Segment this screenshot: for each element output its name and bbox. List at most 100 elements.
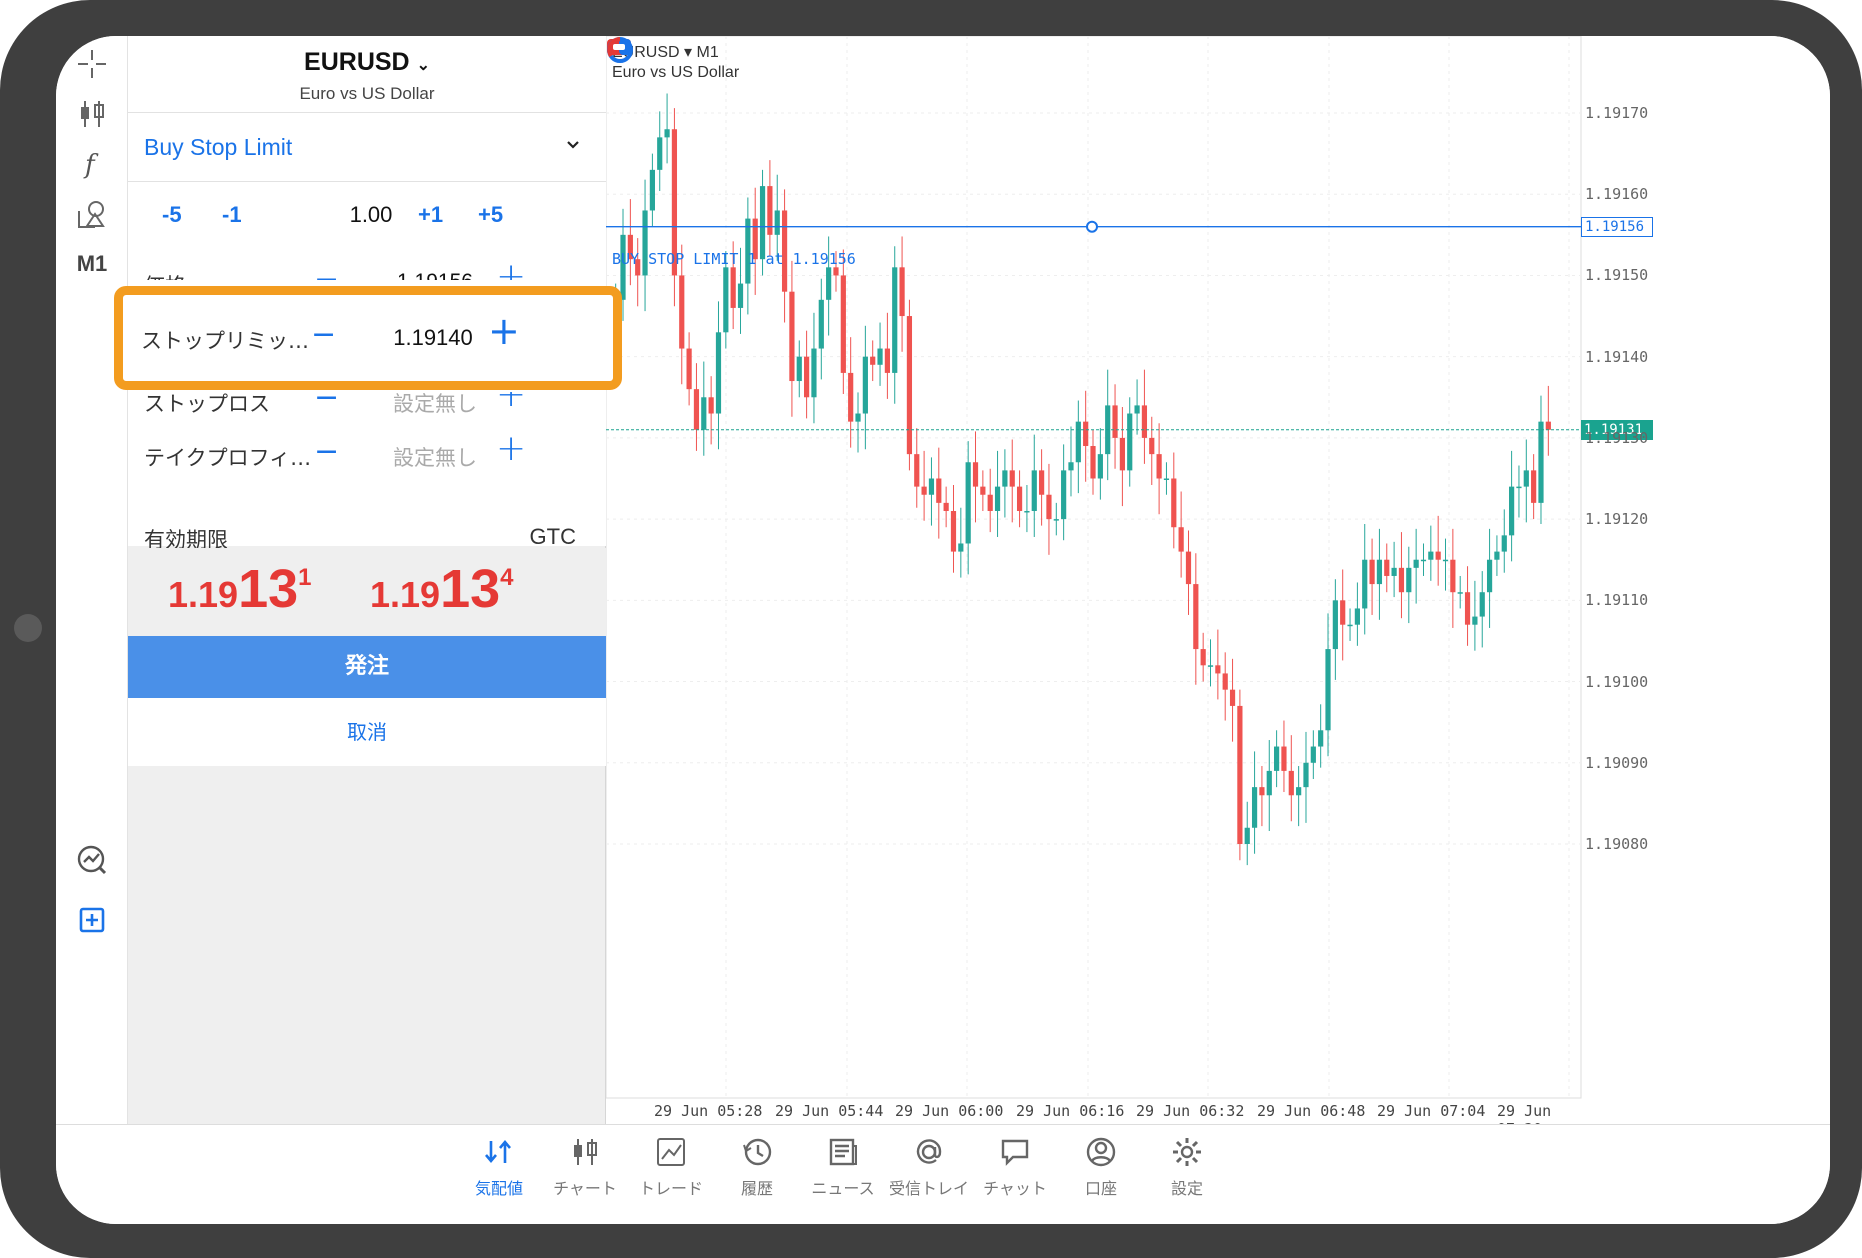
- candle-body: [649, 169, 655, 211]
- stop-loss-minus-button[interactable]: −: [314, 392, 339, 415]
- nav-settings[interactable]: 設定: [1137, 1135, 1237, 1199]
- nav-label: ニュース: [811, 1179, 875, 1198]
- candle-body: [1494, 551, 1500, 560]
- candle-body: [855, 413, 861, 422]
- price-input[interactable]: 1.19156: [360, 270, 510, 280]
- candle-body: [1083, 421, 1089, 447]
- candle-body: [892, 267, 898, 373]
- nav-account[interactable]: 口座: [1051, 1135, 1151, 1199]
- candle-body: [1362, 559, 1368, 609]
- volume-plus1-button[interactable]: +1: [418, 202, 443, 228]
- history-icon: [743, 1138, 772, 1166]
- candle-body: [1479, 592, 1485, 617]
- candle-body: [1538, 421, 1544, 503]
- candle-body: [848, 372, 854, 422]
- candle-body: [1384, 559, 1390, 576]
- symbol-header[interactable]: EURUSD ⌄ Euro vs US Dollar: [128, 36, 606, 113]
- candle-body: [1523, 470, 1529, 487]
- ask-price: 1.19134: [370, 559, 514, 619]
- objects-icon[interactable]: [72, 194, 112, 234]
- candle-body: [1053, 519, 1059, 521]
- candle-body: [994, 486, 1001, 511]
- nav-news[interactable]: ニュース: [793, 1135, 893, 1199]
- stop-limit-input[interactable]: 1.19140: [358, 325, 508, 351]
- expiry-value: GTC: [529, 524, 576, 549]
- candle-body: [958, 543, 964, 552]
- candle-body: [914, 454, 920, 487]
- take-profit-input[interactable]: 設定無し: [360, 442, 510, 472]
- candle-body: [723, 267, 729, 333]
- nav-label: 受信トレイ: [888, 1179, 969, 1198]
- analytics-icon[interactable]: [72, 840, 112, 880]
- crosshair-icon[interactable]: [72, 44, 112, 84]
- stop-limit-minus-button[interactable]: −: [311, 317, 336, 352]
- candle-body: [1347, 624, 1353, 627]
- candle-body: [1442, 559, 1449, 562]
- candle-body: [1296, 787, 1302, 796]
- stop-loss-plus-button[interactable]: +: [496, 392, 526, 415]
- volume-row: -5 -1 1.00 +1 +5: [128, 182, 606, 252]
- nav-chat[interactable]: チャット: [965, 1135, 1065, 1199]
- price-chart[interactable]: EURUSD ▾ M1 Euro vs US Dollar BUY STOP L…: [606, 36, 1830, 1138]
- news-icon: [829, 1138, 857, 1166]
- quotes-icon: [485, 1139, 511, 1164]
- plot-area: [606, 36, 1582, 1099]
- market-timer-icon[interactable]: [606, 36, 634, 64]
- candle-body: [1229, 689, 1236, 706]
- price-plus-button[interactable]: +: [496, 256, 526, 280]
- nav-trade[interactable]: トレード: [621, 1135, 721, 1199]
- candle-body: [759, 186, 766, 260]
- candle-body: [928, 478, 935, 495]
- candle-body: [1413, 559, 1419, 568]
- volume-minus1-button[interactable]: -1: [222, 202, 242, 228]
- candle-body: [1251, 787, 1258, 828]
- nav-history[interactable]: 履歴: [707, 1135, 807, 1199]
- volume-minus5-button[interactable]: -5: [162, 202, 182, 228]
- candle-body: [796, 356, 802, 382]
- y-tick-label: 1.19170: [1585, 104, 1649, 122]
- candle-body: [884, 348, 890, 373]
- candle-body: [804, 356, 810, 398]
- candle-body: [774, 210, 780, 235]
- nav-quotes[interactable]: 気配値: [449, 1135, 549, 1199]
- x-tick-label: 29 Jun 06:00: [895, 1102, 1004, 1120]
- order-line-handle: [1086, 220, 1098, 233]
- take-profit-label: テイクプロフィ…: [144, 446, 312, 470]
- volume-plus5-button[interactable]: +5: [478, 202, 503, 228]
- candle-body: [1200, 649, 1206, 666]
- candlestick-type-icon[interactable]: [72, 94, 112, 134]
- chat-icon: [1001, 1139, 1029, 1166]
- stop-limit-plus-button[interactable]: +: [488, 309, 520, 353]
- time-axis: 29 Jun 05:28 29 Jun 05:44 29 Jun 06:00 29 J…: [606, 1098, 1581, 1138]
- volume-input[interactable]: 1.00: [328, 202, 414, 228]
- stop-loss-input[interactable]: 設定無し: [360, 392, 510, 418]
- candle-body: [1340, 600, 1346, 625]
- place-order-button[interactable]: 発注: [128, 636, 606, 698]
- order-type-select[interactable]: Buy Stop Limit: [128, 114, 606, 182]
- new-order-icon[interactable]: [72, 900, 112, 940]
- candle-body: [936, 478, 942, 503]
- candle-body: [1134, 405, 1140, 414]
- mailbox-icon: [916, 1139, 942, 1164]
- take-profit-plus-button[interactable]: +: [496, 428, 526, 469]
- candle-body: [1266, 770, 1272, 796]
- candle-body: [1376, 559, 1383, 585]
- nav-chart[interactable]: チャート: [535, 1135, 635, 1199]
- candle-body: [840, 275, 846, 373]
- nav-label: 設定: [1170, 1179, 1203, 1198]
- camera-dot: [14, 614, 42, 642]
- price-minus-button[interactable]: −: [314, 262, 339, 280]
- stop-loss-row: ストップロス − 設定無し +: [128, 392, 606, 424]
- candle-body: [708, 397, 714, 414]
- indicators-icon[interactable]: f: [72, 144, 112, 184]
- candle-body: [980, 486, 986, 495]
- candle-body: [1531, 470, 1537, 503]
- quotes-area: 1.19131 1.19134: [128, 548, 606, 636]
- cancel-button[interactable]: 取消: [128, 698, 606, 766]
- timeframe-button[interactable]: M1: [72, 244, 112, 284]
- nav-mailbox[interactable]: 受信トレイ: [879, 1135, 979, 1199]
- take-profit-minus-button[interactable]: −: [314, 434, 339, 469]
- candle-body: [1391, 567, 1397, 576]
- account-icon: [1086, 1137, 1116, 1167]
- pending-order-line-label[interactable]: BUY STOP LIMIT 1 at 1.19156: [612, 250, 856, 268]
